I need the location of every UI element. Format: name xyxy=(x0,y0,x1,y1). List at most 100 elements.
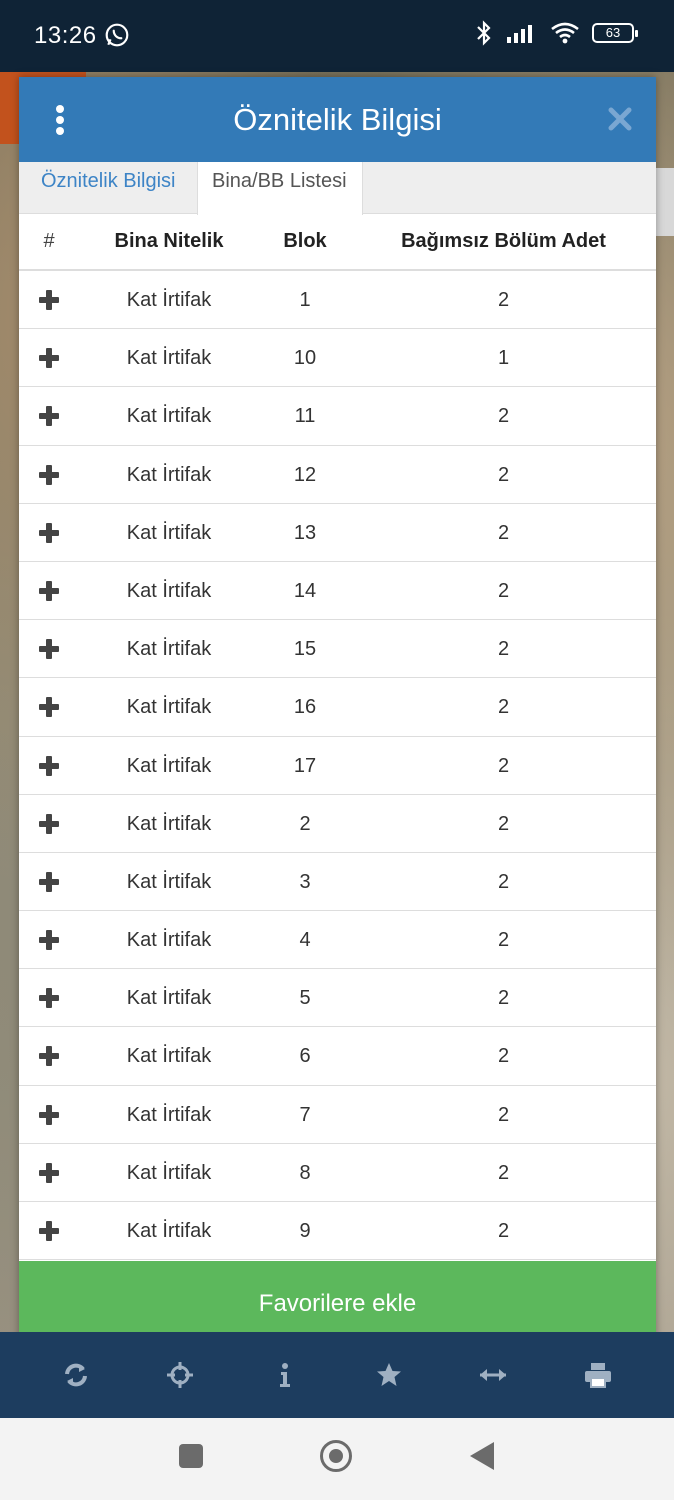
cell-adet: 2 xyxy=(497,1220,510,1242)
cell-blok: 5 xyxy=(299,987,311,1010)
cell-blok: 7 xyxy=(299,1103,311,1126)
table-row[interactable]: Kat İrtifak 4 2 xyxy=(19,911,656,970)
cell-nitelik: Kat İrtifak xyxy=(126,987,212,1010)
tab-building-list[interactable]: Bina/BB Listesi xyxy=(197,162,363,215)
expand-plus-icon[interactable] xyxy=(39,406,59,427)
expand-plus-icon[interactable] xyxy=(39,1046,59,1067)
table-row[interactable]: Kat İrtifak 13 2 xyxy=(19,504,656,562)
cell-blok: 15 xyxy=(293,638,317,661)
table-row[interactable]: Kat İrtifak 1 2 xyxy=(19,271,656,330)
cell-nitelik: Kat İrtifak xyxy=(126,1045,212,1068)
bluetooth-icon xyxy=(477,20,491,46)
cell-adet: 2 xyxy=(497,929,510,952)
table-header: # Bina Nitelik Blok Bağımsız Bölüm Adet xyxy=(19,214,656,271)
expand-plus-icon[interactable] xyxy=(39,639,59,660)
cell-nitelik: Kat İrtifak xyxy=(126,521,212,544)
expand-plus-icon[interactable] xyxy=(39,580,59,601)
close-icon[interactable] xyxy=(606,105,634,133)
signal-icon xyxy=(507,25,532,43)
refresh-icon[interactable] xyxy=(51,1350,101,1400)
table-row[interactable]: Kat İrtifak 2 2 xyxy=(19,795,656,853)
cell-adet: 2 xyxy=(497,289,510,311)
header-hash: # xyxy=(43,230,55,252)
cell-nitelik: Kat İrtifak xyxy=(126,929,212,952)
cell-nitelik: Kat İrtifak xyxy=(126,1161,212,1184)
crosshair-icon[interactable] xyxy=(155,1350,205,1400)
table-row[interactable]: Kat İrtifak 11 2 xyxy=(19,387,656,446)
dialog-header: Öznitelik Bilgisi xyxy=(19,77,656,162)
table-row[interactable]: Kat İrtifak 7 2 xyxy=(19,1086,656,1144)
expand-plus-icon[interactable] xyxy=(39,1221,59,1241)
cell-nitelik: Kat İrtifak xyxy=(126,289,212,311)
tab-attribute-info[interactable]: Öznitelik Bilgisi xyxy=(19,162,197,214)
cell-adet: 2 xyxy=(497,521,510,544)
table-row[interactable]: Kat İrtifak 9 2 xyxy=(19,1202,656,1261)
cell-adet: 2 xyxy=(497,1045,510,1068)
cell-nitelik: Kat İrtifak xyxy=(126,870,212,893)
cell-adet: 2 xyxy=(497,579,510,602)
cell-adet: 2 xyxy=(497,754,510,777)
info-icon[interactable] xyxy=(260,1350,310,1400)
expand-plus-icon[interactable] xyxy=(39,988,59,1009)
table-row[interactable]: Kat İrtifak 14 2 xyxy=(19,562,656,621)
recent-apps-button[interactable] xyxy=(179,1444,203,1468)
header-bagimsiz-bolum-adet: Bağımsız Bölüm Adet xyxy=(401,230,606,252)
table-row[interactable]: Kat İrtifak 6 2 xyxy=(19,1027,656,1086)
cell-blok: 9 xyxy=(299,1220,311,1242)
measure-icon[interactable] xyxy=(468,1350,518,1400)
expand-plus-icon[interactable] xyxy=(39,522,59,543)
cell-adet: 2 xyxy=(497,812,510,835)
status-bar: 13:26 63 xyxy=(0,0,674,72)
cell-nitelik: Kat İrtifak xyxy=(126,1103,212,1126)
table-row[interactable]: Kat İrtifak 3 2 xyxy=(19,853,656,912)
cell-adet: 2 xyxy=(497,987,510,1010)
system-nav-bar xyxy=(0,1418,674,1500)
cell-blok: 3 xyxy=(299,870,311,893)
cell-blok: 8 xyxy=(299,1161,311,1184)
cell-adet: 2 xyxy=(497,870,510,893)
cell-adet: 2 xyxy=(497,638,510,661)
expand-plus-icon[interactable] xyxy=(39,290,59,310)
cell-blok: 10 xyxy=(293,347,317,370)
status-time: 13:26 xyxy=(34,22,97,49)
cell-adet: 2 xyxy=(497,1103,510,1126)
star-icon[interactable] xyxy=(364,1350,414,1400)
expand-plus-icon[interactable] xyxy=(39,1162,59,1183)
cell-blok: 16 xyxy=(293,696,317,719)
cell-blok: 4 xyxy=(299,929,311,952)
expand-plus-icon[interactable] xyxy=(39,464,59,485)
table-row[interactable]: Kat İrtifak 17 2 xyxy=(19,737,656,795)
table-row[interactable]: Kat İrtifak 10 1 xyxy=(19,329,656,388)
wifi-icon xyxy=(551,22,579,44)
cell-blok: 17 xyxy=(293,754,317,777)
home-button[interactable] xyxy=(320,1440,352,1472)
expand-plus-icon[interactable] xyxy=(39,1104,59,1125)
header-blok: Blok xyxy=(283,230,327,252)
cell-adet: 1 xyxy=(497,347,510,370)
dialog-title: Öznitelik Bilgisi xyxy=(233,102,442,137)
table-row[interactable]: Kat İrtifak 12 2 xyxy=(19,446,656,504)
expand-plus-icon[interactable] xyxy=(39,871,59,892)
expand-plus-icon[interactable] xyxy=(39,755,59,776)
table-row[interactable]: Kat İrtifak 15 2 xyxy=(19,620,656,679)
header-bina-nitelik: Bina Nitelik xyxy=(114,230,224,252)
table-row[interactable]: Kat İrtifak 5 2 xyxy=(19,969,656,1028)
back-button[interactable] xyxy=(470,1442,494,1470)
cell-nitelik: Kat İrtifak xyxy=(126,347,212,370)
cell-blok: 14 xyxy=(293,579,317,602)
cell-blok: 1 xyxy=(299,289,311,311)
cell-blok: 11 xyxy=(294,405,316,428)
print-icon[interactable] xyxy=(573,1350,623,1400)
building-table: # Bina Nitelik Blok Bağımsız Bölüm Adet … xyxy=(19,214,656,1261)
table-row[interactable]: Kat İrtifak 8 2 xyxy=(19,1144,656,1202)
cell-nitelik: Kat İrtifak xyxy=(126,812,212,835)
expand-plus-icon[interactable] xyxy=(39,697,59,718)
expand-plus-icon[interactable] xyxy=(39,930,59,951)
expand-plus-icon[interactable] xyxy=(39,348,59,369)
cell-adet: 2 xyxy=(497,1161,510,1184)
expand-plus-icon[interactable] xyxy=(39,813,59,834)
table-row[interactable]: Kat İrtifak 16 2 xyxy=(19,678,656,737)
cell-adet: 2 xyxy=(497,405,510,428)
cell-adet: 2 xyxy=(497,463,510,486)
status-indicators: 63 xyxy=(474,20,638,46)
